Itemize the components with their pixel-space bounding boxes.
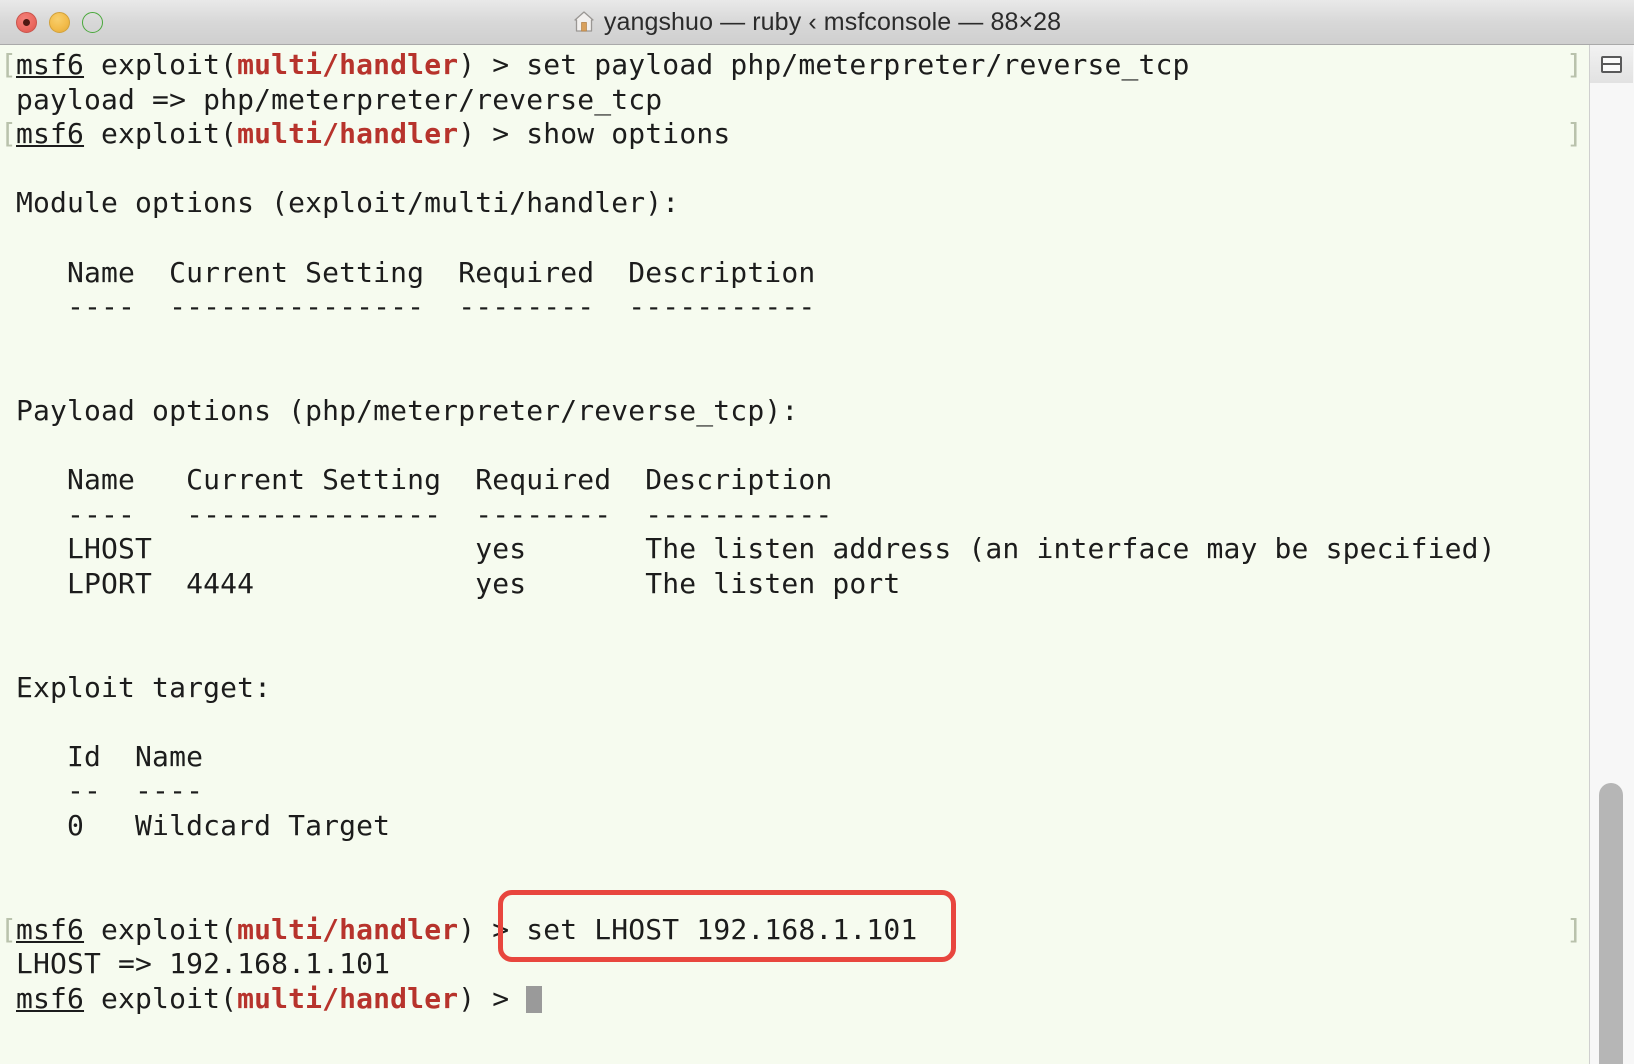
terminal-command-text: set LHOST 192.168.1.101	[526, 912, 918, 946]
prompt-mark-right: ]	[1565, 48, 1583, 81]
terminal-output-text: 0 Wildcard Target	[16, 809, 391, 843]
prompt-shell-name: msf6	[16, 117, 85, 151]
terminal-output-text	[8, 602, 16, 635]
terminal-cursor	[526, 986, 543, 1014]
split-pane-button[interactable]	[1590, 45, 1633, 84]
terminal-body: [msf6 exploit(multi/handler) > set paylo…	[0, 45, 1634, 1064]
terminal-output-text	[8, 152, 16, 185]
terminal-output-text: Payload options (php/meterpreter/reverse…	[16, 393, 799, 427]
terminal-output-line	[8, 359, 1589, 394]
home-icon	[573, 10, 595, 34]
prompt-mark-right: ]	[1565, 117, 1583, 151]
prompt-context-close: ) >	[458, 48, 527, 81]
terminal-output-line: payload => php/meterpreter/reverse_tcp	[8, 83, 1589, 118]
terminal-output-text: payload => php/meterpreter/reverse_tcp	[16, 82, 663, 116]
terminal-prompt-line: [msf6 exploit(multi/handler) > set LHOST…	[0, 912, 1589, 948]
prompt-module-name: multi/handler	[237, 982, 459, 1016]
terminal-command-text: set payload php/meterpreter/reverse_tcp	[526, 48, 1190, 81]
terminal-window: yangshuo — ruby ‹ msfconsole — 88×28 [ms…	[0, 0, 1634, 1064]
terminal-output-line: ---- --------------- -------- ----------…	[8, 498, 1589, 533]
terminal-output-line	[8, 152, 1589, 187]
prompt-context-close: ) >	[458, 982, 527, 1016]
terminal-prompt-line: msf6 exploit(multi/handler) >	[8, 982, 1589, 1017]
terminal-output-text: ---- --------------- -------- ----------…	[16, 497, 833, 531]
terminal-prompt-line: [msf6 exploit(multi/handler) > show opti…	[0, 117, 1589, 152]
prompt-context-open: exploit(	[84, 912, 238, 946]
prompt-shell-name: msf6	[16, 48, 85, 81]
prompt-mark-left: [	[0, 117, 18, 151]
prompt-context-close: ) >	[458, 117, 527, 151]
terminal-output-text	[8, 705, 16, 738]
prompt-mark-left: [	[0, 912, 18, 946]
prompt-context-open: exploit(	[84, 982, 238, 1016]
scrollbar-track[interactable]	[1590, 83, 1634, 1064]
terminal-output[interactable]: [msf6 exploit(multi/handler) > set paylo…	[0, 45, 1589, 1064]
terminal-output-text: Exploit target:	[16, 670, 272, 704]
terminal-output-line	[8, 844, 1589, 879]
terminal-output-line: LHOST => 192.168.1.101	[8, 947, 1589, 982]
terminal-output-line: Name Current Setting Required Descriptio…	[8, 256, 1589, 291]
terminal-output-line: Module options (exploit/multi/handler):	[8, 186, 1589, 221]
prompt-shell-name: msf6	[16, 912, 85, 946]
prompt-shell-name: msf6	[16, 982, 85, 1016]
terminal-output-line: -- ----	[8, 774, 1589, 809]
close-button[interactable]	[16, 12, 37, 33]
terminal-output-text: LPORT 4444 yes The listen port	[16, 566, 901, 600]
terminal-output-line	[8, 602, 1589, 637]
split-pane-icon	[1601, 55, 1622, 73]
terminal-output-text: Name Current Setting Required Descriptio…	[16, 463, 833, 497]
prompt-context-close: ) >	[458, 912, 527, 946]
terminal-prompt-line: [msf6 exploit(multi/handler) > set paylo…	[0, 48, 1589, 83]
terminal-output-line: LHOST yes The listen address (an interfa…	[8, 532, 1589, 567]
minimize-button[interactable]	[49, 12, 70, 33]
terminal-output-text	[8, 844, 16, 877]
scrollbar-thumb[interactable]	[1599, 783, 1623, 1064]
terminal-output-text: LHOST yes The listen address (an interfa…	[16, 532, 1496, 566]
terminal-output-text: Module options (exploit/multi/handler):	[16, 186, 680, 220]
terminal-output-line	[8, 325, 1589, 360]
prompt-context-open: exploit(	[84, 117, 238, 151]
terminal-output-line: ---- --------------- -------- ----------…	[8, 290, 1589, 325]
prompt-module-name: multi/handler	[237, 48, 459, 81]
prompt-context-open: exploit(	[84, 48, 238, 81]
terminal-scroll-column	[1589, 45, 1634, 1064]
window-controls	[16, 0, 103, 45]
terminal-output-text	[8, 636, 16, 669]
terminal-output-text: -- ----	[16, 774, 204, 808]
terminal-output-text: LHOST => 192.168.1.101	[16, 947, 391, 981]
terminal-output-text	[8, 221, 16, 254]
terminal-output-text: Id Name	[16, 739, 204, 773]
terminal-output-line: Id Name	[8, 740, 1589, 775]
window-title-text: yangshuo — ruby ‹ msfconsole — 88×28	[603, 7, 1062, 36]
terminal-output-line	[8, 705, 1589, 740]
terminal-output-line: Exploit target:	[8, 671, 1589, 706]
terminal-output-text: Name Current Setting Required Descriptio…	[16, 255, 816, 289]
terminal-output-line: Payload options (php/meterpreter/reverse…	[8, 394, 1589, 429]
terminal-output-line	[8, 878, 1589, 913]
terminal-output-line	[8, 221, 1589, 256]
prompt-module-name: multi/handler	[237, 912, 459, 946]
terminal-output-line: Name Current Setting Required Descriptio…	[8, 463, 1589, 498]
window-title: yangshuo — ruby ‹ msfconsole — 88×28	[0, 8, 1634, 37]
terminal-output-text	[8, 325, 16, 358]
terminal-output-text	[8, 878, 16, 911]
terminal-output-line: 0 Wildcard Target	[8, 809, 1589, 844]
prompt-mark-left: [	[0, 48, 18, 81]
terminal-output-text	[8, 359, 16, 392]
terminal-output-text	[8, 429, 16, 462]
terminal-output-text: ---- --------------- -------- ----------…	[16, 290, 816, 324]
window-titlebar[interactable]: yangshuo — ruby ‹ msfconsole — 88×28	[0, 0, 1634, 45]
terminal-line-list: [msf6 exploit(multi/handler) > set paylo…	[0, 45, 1589, 1017]
prompt-mark-right: ]	[1565, 912, 1583, 946]
prompt-module-name: multi/handler	[237, 117, 459, 151]
terminal-command-text: show options	[526, 117, 731, 151]
terminal-output-line: LPORT 4444 yes The listen port	[8, 567, 1589, 602]
terminal-output-line	[8, 636, 1589, 671]
terminal-output-line	[8, 429, 1589, 464]
maximize-button[interactable]	[82, 12, 103, 33]
